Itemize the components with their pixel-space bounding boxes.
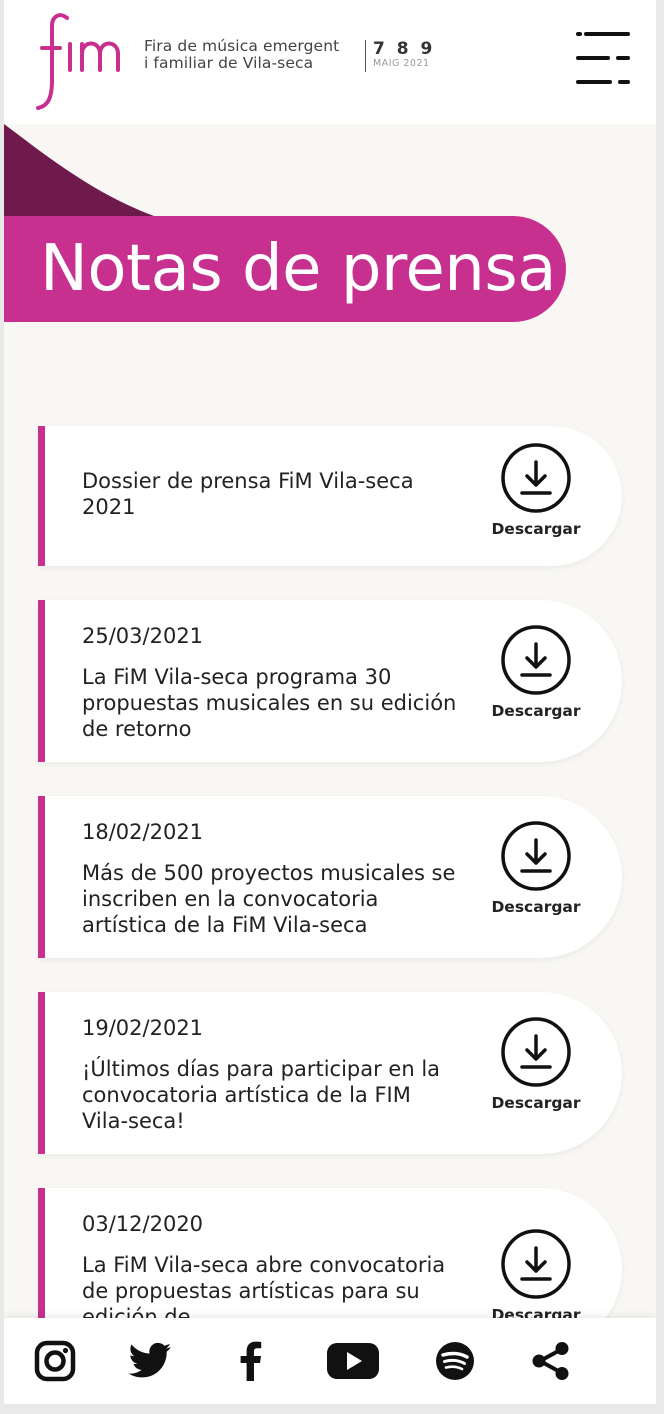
page-title: Notas de prensa — [40, 232, 556, 306]
download-icon — [501, 1229, 571, 1299]
site-header: Fira de música emergent i familiar de Vi… — [4, 0, 656, 124]
menu-line — [576, 56, 610, 60]
twitter-icon[interactable] — [128, 1340, 174, 1382]
hamburger-menu-icon[interactable] — [574, 30, 630, 88]
press-item-date: 19/02/2021 — [82, 1016, 204, 1040]
download-button[interactable]: Descargar — [491, 1228, 581, 1324]
social-footer — [4, 1318, 656, 1404]
press-item-title: Dossier de prensa FiM Vila-seca 2021 — [82, 469, 414, 519]
press-item-date: 25/03/2021 — [82, 624, 204, 648]
press-item-title: ¡Últimos días para participar en la conv… — [82, 1057, 441, 1133]
download-label: Descargar — [491, 898, 581, 916]
download-button[interactable]: Descargar — [491, 442, 581, 538]
download-label: Descargar — [491, 702, 581, 720]
tagline-line-2: i familiar de Vila-seca — [144, 54, 314, 72]
tagline: Fira de música emergent i familiar de Vi… — [144, 38, 339, 72]
press-item-date: 18/02/2021 — [82, 820, 204, 844]
press-item: Dossier de prensa FiM Vila-seca 2021 Des… — [38, 426, 622, 566]
menu-line — [618, 80, 630, 84]
menu-line — [576, 80, 612, 84]
spotify-icon[interactable] — [432, 1340, 478, 1382]
download-icon — [501, 1017, 571, 1087]
share-icon[interactable] — [528, 1340, 574, 1382]
menu-line — [616, 56, 630, 60]
menu-line — [584, 32, 630, 36]
download-label: Descargar — [491, 1094, 581, 1112]
press-item: 25/03/2021 La FiM Vila-seca programa 30 … — [38, 600, 622, 762]
instagram-icon[interactable] — [32, 1340, 78, 1382]
download-button[interactable]: Descargar — [491, 1016, 581, 1112]
press-item: 19/02/2021 ¡Últimos días para participar… — [38, 992, 622, 1154]
download-button[interactable]: Descargar — [491, 820, 581, 916]
event-month: MAIG 2021 — [373, 58, 430, 69]
page: Fira de música emergent i familiar de Vi… — [4, 0, 656, 1414]
download-icon — [501, 821, 571, 891]
press-item-title: Más de 500 proyectos musicales se inscri… — [82, 861, 456, 937]
download-label: Descargar — [491, 520, 581, 538]
menu-line — [576, 32, 582, 36]
bottom-edge — [0, 1404, 664, 1414]
fim-logo-icon[interactable] — [30, 10, 134, 110]
event-days: 7 8 9 — [373, 39, 436, 59]
youtube-icon[interactable] — [324, 1340, 382, 1382]
download-icon — [501, 443, 571, 513]
facebook-icon[interactable] — [228, 1340, 274, 1382]
press-item: 18/02/2021 Más de 500 proyectos musicale… — [38, 796, 622, 958]
press-item-title: La FiM Vila-seca programa 30 propuestas … — [82, 665, 457, 741]
tagline-line-1: Fira de música emergent — [144, 37, 340, 55]
download-icon — [501, 625, 571, 695]
press-item-date: 03/12/2020 — [82, 1212, 204, 1236]
event-dates: 7 8 9 MAIG 2021 — [365, 40, 435, 72]
download-button[interactable]: Descargar — [491, 624, 581, 720]
